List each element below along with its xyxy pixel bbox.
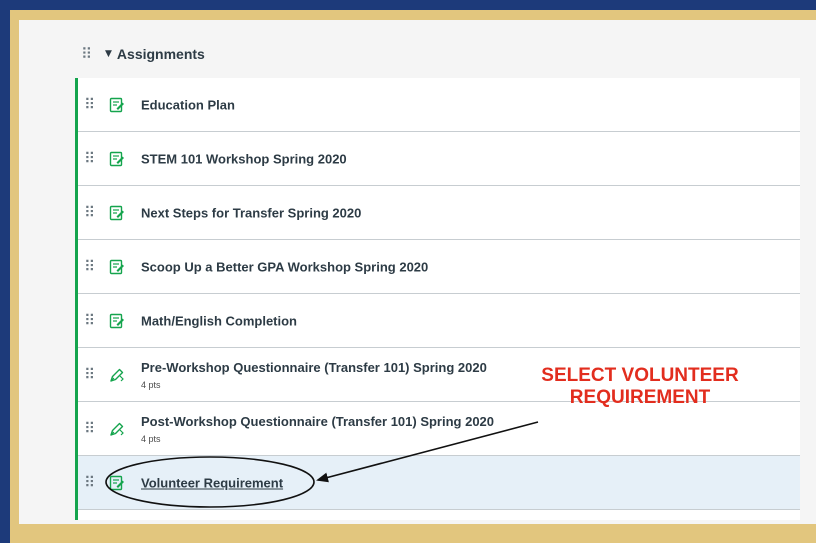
annotation-arrow: [316, 421, 539, 483]
annotation-circle: [105, 456, 315, 508]
annotation-overlay: [105, 421, 539, 508]
